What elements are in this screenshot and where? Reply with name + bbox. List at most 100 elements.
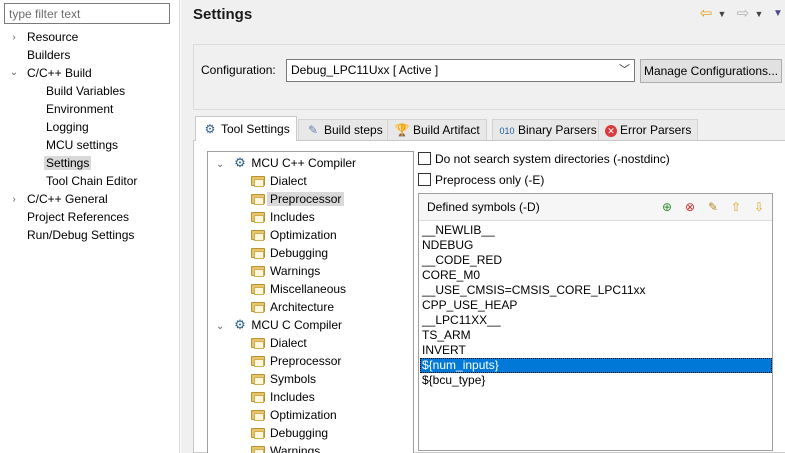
list-item[interactable]: __NEWLIB__ bbox=[420, 223, 772, 238]
option-category-icon bbox=[251, 374, 265, 385]
defined-symbols-panel: Defined symbols (-D) ⊕ ⊗ ✎ ⇧ ⇩ __NEWLIB_… bbox=[418, 193, 773, 451]
tab-tool-settings[interactable]: ⚙ Tool Settings bbox=[195, 116, 297, 141]
nav-item-run-debug-settings[interactable]: Run/Debug Settings bbox=[27, 227, 134, 244]
tree-item-c-includes[interactable]: Includes bbox=[251, 388, 315, 406]
collapse-chevron-icon[interactable]: ⌄ bbox=[216, 159, 224, 170]
tree-item-label: Debugging bbox=[270, 246, 329, 260]
delete-symbol-icon[interactable]: ⊗ bbox=[682, 199, 698, 215]
preprocess-only-label: Preprocess only (-E) bbox=[435, 173, 545, 187]
nav-item-label: Settings bbox=[44, 156, 92, 170]
option-category-icon bbox=[251, 266, 265, 277]
forward-arrow-icon[interactable]: ⇨ bbox=[734, 5, 752, 23]
build-artifact-icon: 🏆 bbox=[394, 123, 410, 137]
move-down-icon[interactable]: ⇩ bbox=[751, 199, 767, 215]
back-dropdown-icon[interactable]: ▼ bbox=[717, 5, 727, 23]
nostdinc-label: Do not search system directories (-nostd… bbox=[435, 152, 670, 166]
nav-item-label: Build Variables bbox=[46, 84, 126, 98]
tree-item-mcu-c-compiler[interactable]: ⚙ MCU C Compiler bbox=[232, 316, 342, 334]
tree-item-label: Includes bbox=[270, 390, 315, 404]
list-item[interactable]: INVERT bbox=[420, 343, 772, 358]
tree-toggle-cpp[interactable]: ⌄ bbox=[216, 154, 224, 172]
configuration-value: Debug_LPC11Uxx [ Active ] bbox=[291, 63, 439, 77]
preprocess-only-option[interactable]: Preprocess only (-E) bbox=[418, 172, 544, 188]
nav-item-label: C/C++ General bbox=[27, 192, 108, 206]
manage-configurations-button[interactable]: Manage Configurations... bbox=[640, 59, 782, 83]
configuration-select[interactable]: Debug_LPC11Uxx [ Active ] ﹀ bbox=[286, 59, 635, 82]
list-item[interactable]: ${bcu_type} bbox=[420, 373, 772, 388]
tree-item-c-preprocessor[interactable]: Preprocessor bbox=[251, 352, 341, 370]
option-category-icon bbox=[251, 248, 265, 259]
nav-item-label: Resource bbox=[27, 30, 79, 44]
nav-item-label: Run/Debug Settings bbox=[27, 228, 135, 242]
nav-item-logging[interactable]: Logging bbox=[46, 119, 89, 136]
tree-item-label: Miscellaneous bbox=[270, 282, 347, 296]
collapse-chevron-icon[interactable]: ⌄ bbox=[9, 64, 19, 81]
tree-toggle-c[interactable]: ⌄ bbox=[216, 316, 224, 334]
tab-build-steps[interactable]: ✎ Build steps bbox=[298, 119, 390, 141]
option-category-icon bbox=[251, 230, 265, 241]
list-item[interactable]: __LPC11XX__ bbox=[420, 313, 772, 328]
nav-item-label: Environment bbox=[46, 102, 114, 116]
nav-item-builders[interactable]: Builders bbox=[27, 47, 70, 64]
tree-item-label: Dialect bbox=[270, 174, 307, 188]
tab-build-artifact[interactable]: 🏆 Build Artifact bbox=[387, 119, 487, 141]
tab-binary-parsers[interactable]: 010 Binary Parsers bbox=[492, 119, 604, 141]
back-arrow-icon[interactable]: ⇦ bbox=[697, 5, 715, 23]
tree-item-label: Optimization bbox=[270, 408, 337, 422]
list-item[interactable]: CORE_M0 bbox=[420, 268, 772, 283]
filter-input[interactable] bbox=[4, 3, 170, 24]
gear-icon: ⚙ bbox=[234, 155, 246, 170]
add-symbol-icon[interactable]: ⊕ bbox=[659, 199, 675, 215]
tab-error-parsers[interactable]: ✕ Error Parsers bbox=[598, 119, 699, 141]
tree-item-cpp-architecture[interactable]: Architecture bbox=[251, 298, 334, 316]
tree-item-label: Architecture bbox=[270, 300, 335, 314]
nav-item-tool-chain-editor[interactable]: Tool Chain Editor bbox=[46, 173, 137, 190]
preprocess-only-checkbox[interactable] bbox=[418, 173, 431, 186]
tree-item-mcu-cpp-compiler[interactable]: ⚙ MCU C++ Compiler bbox=[232, 154, 356, 172]
nav-item-resource[interactable]: Resource bbox=[27, 29, 78, 46]
nav-item-build-variables[interactable]: Build Variables bbox=[46, 83, 125, 100]
tool-tree: ⌄ ⚙ MCU C++ Compiler Dialect Preprocesso… bbox=[207, 151, 414, 453]
tree-item-c-optimization[interactable]: Optimization bbox=[251, 406, 337, 424]
list-item[interactable]: ${num_inputs} bbox=[420, 358, 772, 373]
nav-item-label: Logging bbox=[46, 120, 89, 134]
forward-dropdown-icon[interactable]: ▼ bbox=[754, 5, 764, 23]
page-title: Settings bbox=[193, 6, 253, 23]
nav-item-project-references[interactable]: Project References bbox=[27, 209, 129, 226]
edit-symbol-icon[interactable]: ✎ bbox=[705, 199, 721, 215]
tree-item-cpp-dialect[interactable]: Dialect bbox=[251, 172, 307, 190]
view-menu-icon[interactable]: ▼ bbox=[772, 5, 784, 23]
defined-symbols-list[interactable]: __NEWLIB__ NDEBUG __CODE_RED CORE_M0 __U… bbox=[420, 223, 772, 388]
tree-item-label: Optimization bbox=[270, 228, 337, 242]
tree-item-cpp-preprocessor[interactable]: Preprocessor bbox=[251, 190, 345, 208]
list-item[interactable]: TS_ARM bbox=[420, 328, 772, 343]
tree-item-c-symbols[interactable]: Symbols bbox=[251, 370, 316, 388]
list-item[interactable]: __CODE_RED bbox=[420, 253, 772, 268]
tree-item-c-dialect[interactable]: Dialect bbox=[251, 334, 307, 352]
nav-item-mcu-settings[interactable]: MCU settings bbox=[46, 137, 118, 154]
tree-item-c-debugging[interactable]: Debugging bbox=[251, 424, 328, 442]
tree-item-cpp-warnings[interactable]: Warnings bbox=[251, 262, 320, 280]
list-item[interactable]: CPP_USE_HEAP bbox=[420, 298, 772, 313]
nostdinc-option[interactable]: Do not search system directories (-nostd… bbox=[418, 151, 670, 167]
collapse-chevron-icon[interactable]: ⌄ bbox=[216, 321, 224, 332]
tree-item-cpp-miscellaneous[interactable]: Miscellaneous bbox=[251, 280, 346, 298]
tree-item-cpp-includes[interactable]: Includes bbox=[251, 208, 315, 226]
tree-item-c-warnings[interactable]: Warnings bbox=[251, 442, 320, 453]
nostdinc-checkbox[interactable] bbox=[418, 152, 431, 165]
list-item[interactable]: NDEBUG bbox=[420, 238, 772, 253]
nav-item-settings[interactable]: Settings bbox=[44, 155, 92, 172]
tab-label: Build steps bbox=[324, 123, 383, 137]
expand-chevron-icon[interactable]: › bbox=[9, 29, 19, 46]
nav-item-cc-build[interactable]: C/C++ Build bbox=[27, 65, 92, 82]
tree-item-cpp-debugging[interactable]: Debugging bbox=[251, 244, 328, 262]
nav-item-cc-general[interactable]: C/C++ General bbox=[27, 191, 108, 208]
tree-item-cpp-optimization[interactable]: Optimization bbox=[251, 226, 337, 244]
move-up-icon[interactable]: ⇧ bbox=[728, 199, 744, 215]
option-category-icon bbox=[251, 356, 265, 367]
expand-chevron-icon[interactable]: › bbox=[9, 191, 19, 208]
list-item[interactable]: __USE_CMSIS=CMSIS_CORE_LPC11xx bbox=[420, 283, 772, 298]
option-category-icon bbox=[251, 284, 265, 295]
nav-item-environment[interactable]: Environment bbox=[46, 101, 113, 118]
tree-item-label: Debugging bbox=[270, 426, 329, 440]
